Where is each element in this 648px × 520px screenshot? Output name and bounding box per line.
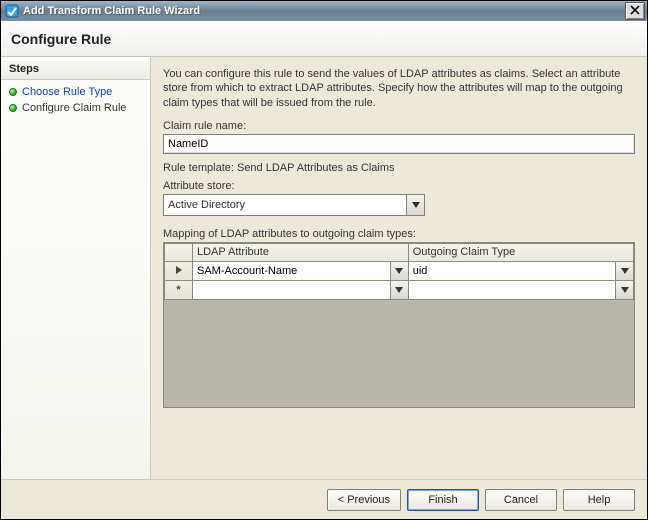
attribute-store-label: Attribute store: <box>163 180 635 192</box>
table-row-new[interactable]: * <box>165 280 634 299</box>
intro-text: You can configure this rule to send the … <box>163 67 635 110</box>
cell-dropdown-button[interactable] <box>390 262 408 280</box>
page-header: Configure Rule <box>1 21 647 57</box>
claim-rule-name-input[interactable] <box>163 134 635 154</box>
step-bullet-icon <box>9 88 17 96</box>
content-pane: You can configure this rule to send the … <box>151 57 647 479</box>
row-indicator-new: * <box>165 280 193 299</box>
titlebar: Add Transform Claim Rule Wizard <box>1 1 647 21</box>
row-indicator-current <box>165 261 193 280</box>
wizard-footer: < Previous Finish Cancel Help <box>1 479 647 519</box>
cell-ldap-attribute[interactable]: SAM-Account-Name <box>193 261 409 280</box>
step-configure-claim-rule[interactable]: Configure Claim Rule <box>1 100 150 116</box>
dropdown-button[interactable] <box>406 195 424 215</box>
steps-sidebar: Steps Choose Rule Type Configure Claim R… <box>1 57 151 479</box>
window-title: Add Transform Claim Rule Wizard <box>23 5 200 17</box>
cell-outgoing-claim-type-value <box>409 281 615 299</box>
app-icon <box>5 4 19 18</box>
column-header-outgoing-claim-type[interactable]: Outgoing Claim Type <box>408 243 633 261</box>
claim-rule-name-label: Claim rule name: <box>163 120 635 132</box>
attribute-store-value: Active Directory <box>164 195 406 215</box>
row-star-icon: * <box>176 284 180 296</box>
step-choose-rule-type[interactable]: Choose Rule Type <box>1 84 150 100</box>
cell-outgoing-claim-type[interactable]: uid <box>408 261 633 280</box>
cancel-button[interactable]: Cancel <box>485 489 557 511</box>
table-row[interactable]: SAM-Account-Name uid <box>165 261 634 280</box>
column-header-ldap-attribute[interactable]: LDAP Attribute <box>193 243 409 261</box>
cell-dropdown-button[interactable] <box>390 281 408 299</box>
steps-heading: Steps <box>1 61 150 80</box>
close-icon <box>630 5 640 18</box>
step-bullet-icon <box>9 104 17 112</box>
cell-outgoing-claim-type-value: uid <box>409 262 615 280</box>
grid-corner <box>165 243 193 261</box>
previous-button[interactable]: < Previous <box>327 489 401 511</box>
attribute-store-dropdown[interactable]: Active Directory <box>163 194 425 216</box>
main-area: Steps Choose Rule Type Configure Claim R… <box>1 57 647 479</box>
cell-dropdown-button[interactable] <box>615 281 633 299</box>
cell-outgoing-claim-type[interactable] <box>408 280 633 299</box>
cell-dropdown-button[interactable] <box>615 262 633 280</box>
wizard-window: Add Transform Claim Rule Wizard Configur… <box>0 0 648 520</box>
finish-button[interactable]: Finish <box>407 489 479 511</box>
rule-template-text: Rule template: Send LDAP Attributes as C… <box>163 162 635 174</box>
cell-ldap-attribute[interactable] <box>193 280 409 299</box>
step-label: Choose Rule Type <box>22 86 112 98</box>
step-label: Configure Claim Rule <box>22 102 127 114</box>
mapping-label: Mapping of LDAP attributes to outgoing c… <box>163 228 635 240</box>
help-button[interactable]: Help <box>563 489 635 511</box>
close-button[interactable] <box>625 2 645 20</box>
mapping-grid: LDAP Attribute Outgoing Claim Type SAM-A… <box>163 242 635 408</box>
cell-ldap-attribute-value: SAM-Account-Name <box>193 262 390 280</box>
cell-ldap-attribute-value <box>193 281 390 299</box>
page-title: Configure Rule <box>11 31 111 47</box>
row-arrow-icon <box>176 266 182 274</box>
